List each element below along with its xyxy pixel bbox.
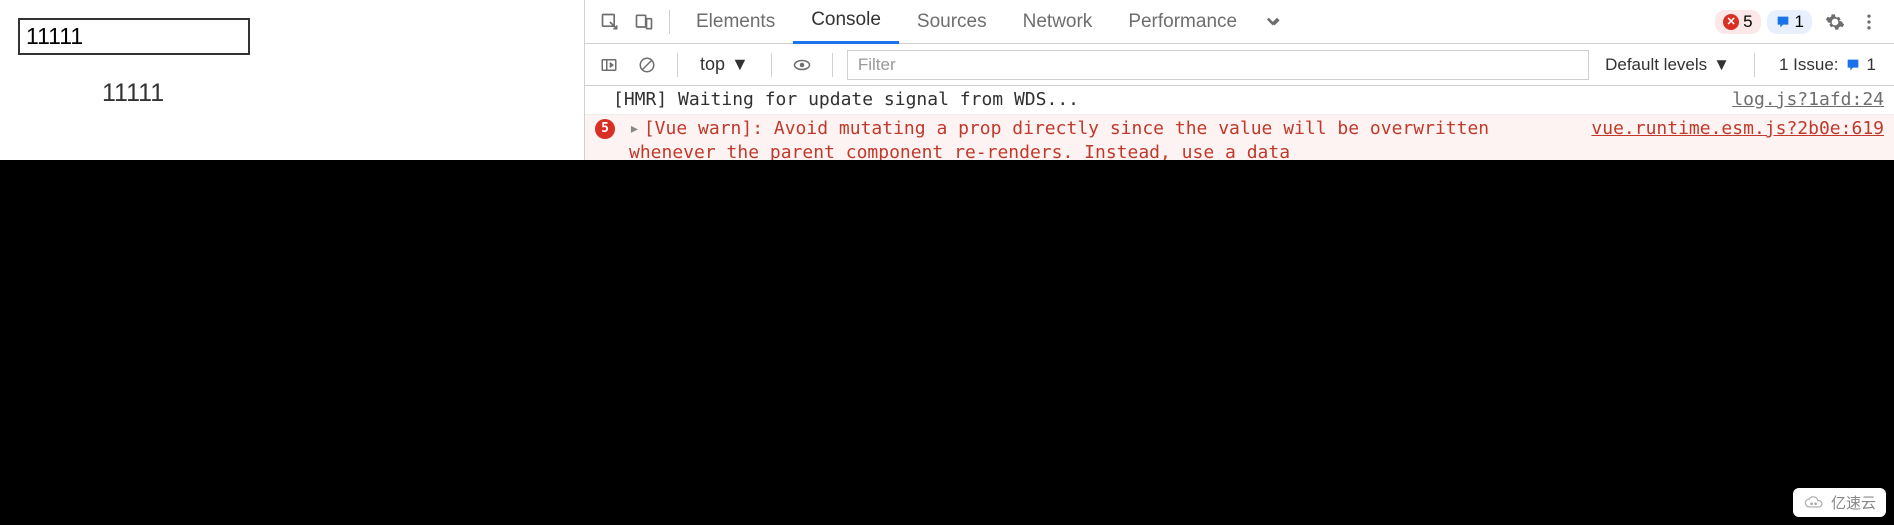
settings-icon[interactable] xyxy=(1818,5,1852,39)
live-expression-icon[interactable] xyxy=(786,49,818,81)
watermark-text: 亿速云 xyxy=(1831,492,1876,513)
error-badge[interactable]: ✕ 5 xyxy=(1715,10,1760,34)
filter-input[interactable] xyxy=(847,50,1589,80)
separator xyxy=(1754,53,1755,77)
expand-caret-icon[interactable]: ▸ xyxy=(629,118,640,139)
clear-console-icon[interactable] xyxy=(631,49,663,81)
separator xyxy=(771,53,772,77)
issues-label: 1 Issue: xyxy=(1779,55,1839,75)
watermark: 亿速云 xyxy=(1793,488,1886,517)
log-entry-error: 5 ▸[Vue warn]: Avoid mutating a prop dir… xyxy=(585,115,1894,160)
info-count: 1 xyxy=(1795,12,1804,32)
log-message: [HMR] Waiting for update signal from WDS… xyxy=(613,88,1720,112)
log-level-selector[interactable]: Default levels ▼ xyxy=(1595,55,1740,75)
tab-network[interactable]: Network xyxy=(1005,0,1111,44)
devtools-tabbar: Elements Console Sources Network Perform… xyxy=(585,0,1894,44)
log-entry: [HMR] Waiting for update signal from WDS… xyxy=(585,86,1894,115)
app-pane: 11111 xyxy=(0,0,585,160)
cloud-icon xyxy=(1803,495,1825,511)
chevron-down-icon: ▼ xyxy=(731,54,749,75)
inspect-icon[interactable] xyxy=(593,5,627,39)
error-count: 5 xyxy=(1743,12,1752,32)
log-message: ▸[Vue warn]: Avoid mutating a prop direc… xyxy=(629,117,1579,160)
log-source-link[interactable]: log.js?1afd:24 xyxy=(1732,88,1884,112)
level-label: Default levels xyxy=(1605,55,1707,75)
console-log-area: [HMR] Waiting for update signal from WDS… xyxy=(585,86,1894,160)
separator xyxy=(677,53,678,77)
devtools-panel: Elements Console Sources Network Perform… xyxy=(585,0,1894,160)
device-toggle-icon[interactable] xyxy=(627,5,661,39)
kebab-menu-icon[interactable] xyxy=(1852,5,1886,39)
more-tabs-icon[interactable] xyxy=(1255,5,1289,39)
chevron-down-icon: ▼ xyxy=(1713,55,1730,75)
message-icon xyxy=(1845,57,1861,73)
context-label: top xyxy=(700,54,725,75)
tab-performance[interactable]: Performance xyxy=(1110,0,1255,44)
tab-console[interactable]: Console xyxy=(793,0,899,44)
issues-count: 1 xyxy=(1867,55,1876,75)
display-value: 11111 xyxy=(102,79,566,108)
separator xyxy=(669,10,670,34)
console-toolbar: top ▼ Default levels ▼ 1 Issue: 1 xyxy=(585,44,1894,86)
message-icon xyxy=(1775,14,1791,30)
context-selector[interactable]: top ▼ xyxy=(692,54,757,75)
text-input[interactable] xyxy=(18,18,250,55)
issues-indicator[interactable]: 1 Issue: 1 xyxy=(1769,55,1886,75)
info-badge[interactable]: 1 xyxy=(1767,10,1812,34)
sidebar-toggle-icon[interactable] xyxy=(593,49,625,81)
error-count-badge: 5 xyxy=(595,119,615,139)
tab-elements[interactable]: Elements xyxy=(678,0,793,44)
separator xyxy=(832,53,833,77)
log-source-link[interactable]: vue.runtime.esm.js?2b0e:619 xyxy=(1591,117,1884,160)
error-icon: ✕ xyxy=(1723,14,1739,30)
tab-sources[interactable]: Sources xyxy=(899,0,1005,44)
